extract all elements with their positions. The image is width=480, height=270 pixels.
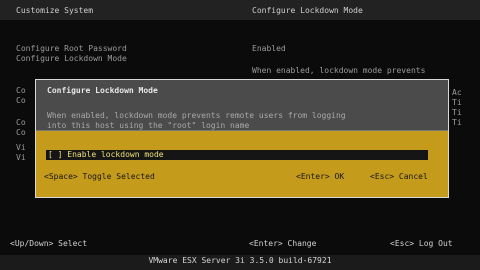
header-left-title: Customize System — [16, 6, 94, 15]
menu-item-root-password[interactable]: Configure Root Password — [16, 44, 127, 54]
right-fragment-1: Ac — [452, 88, 462, 97]
dialog-title: Configure Lockdown Mode — [47, 86, 158, 95]
menu-fragment-5[interactable]: Vi — [16, 143, 26, 153]
status-bar: VMware ESX Server 3i 3.5.0 build-67921 — [0, 255, 480, 270]
menu-item-lockdown-mode[interactable]: Configure Lockdown Mode — [16, 54, 127, 64]
up-down-select-hint: <Up/Down> Select — [10, 239, 88, 248]
dialog-header: Configure Lockdown Mode When enabled, lo… — [36, 80, 448, 131]
lockdown-option-row[interactable]: [ ] Enable lockdown mode — [46, 150, 428, 160]
lockdown-option-checkbox-label[interactable]: [ ] Enable lockdown mode — [48, 150, 164, 160]
space-toggle-hint: <Space> Toggle Selected — [44, 172, 155, 181]
enter-ok-hint[interactable]: <Enter> OK — [296, 172, 344, 182]
dialog-description-line-1: When enabled, lockdown mode prevents rem… — [47, 111, 346, 120]
right-fragment-3: Ti — [452, 108, 462, 117]
enter-change-hint: <Enter> Change — [249, 239, 317, 248]
configure-lockdown-dialog: Configure Lockdown Mode When enabled, lo… — [35, 79, 449, 198]
status-bar-text: VMware ESX Server 3i 3.5.0 build-67921 — [148, 256, 332, 265]
lockdown-help-text: When enabled, lockdown mode prevents — [252, 66, 426, 75]
right-fragment-2: Ti — [452, 98, 462, 107]
lockdown-status: Enabled — [252, 44, 286, 53]
esc-logout-hint: <Esc> Log Out — [390, 239, 453, 248]
dialog-description-line-2: into this host using the "root" login na… — [47, 121, 250, 130]
header-right-title: Configure Lockdown Mode — [252, 6, 363, 15]
esc-cancel-hint[interactable]: <Esc> Cancel — [370, 172, 428, 182]
top-header: Customize System Configure Lockdown Mode — [0, 0, 480, 20]
menu-fragment-2[interactable]: Co — [16, 96, 26, 106]
right-fragment-4: Ti — [452, 118, 462, 127]
menu-fragment-1[interactable]: Co — [16, 86, 26, 96]
menu-fragment-6[interactable]: Vi — [16, 153, 26, 163]
menu-fragment-3[interactable]: Co — [16, 118, 26, 128]
menu-fragment-4[interactable]: Co — [16, 128, 26, 138]
